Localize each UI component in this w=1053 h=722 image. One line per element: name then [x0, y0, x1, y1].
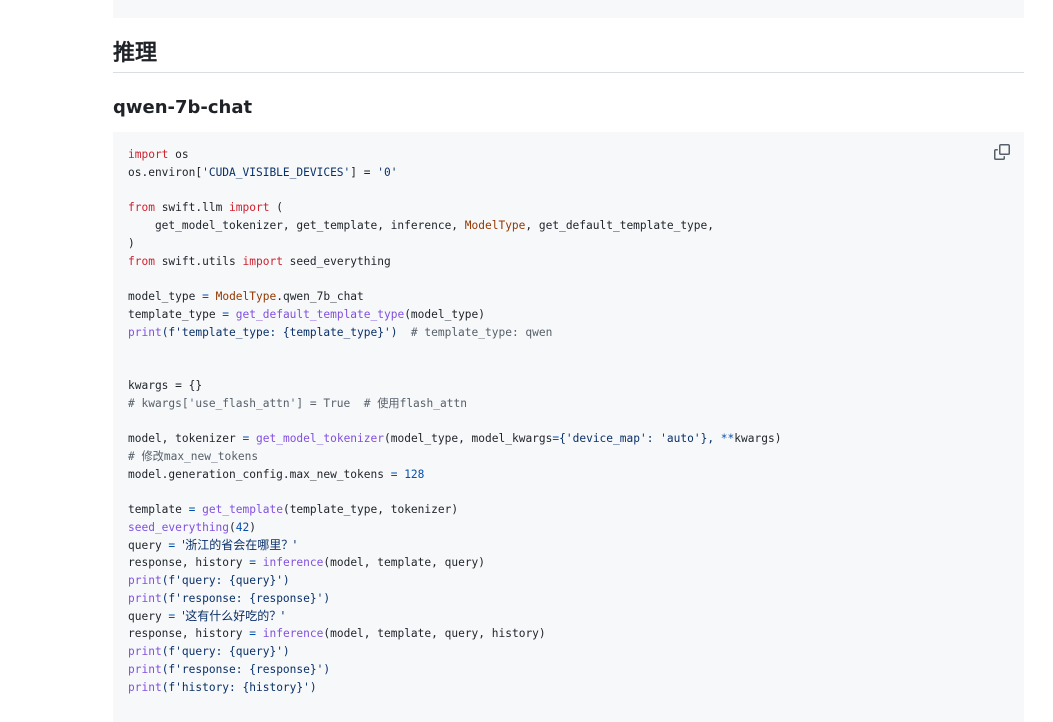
- code-token: (model_type, model_kwargs: [384, 432, 553, 445]
- code-token: seed_everything: [282, 254, 391, 268]
- code-token: from: [128, 201, 155, 215]
- code-token: **: [720, 432, 735, 445]
- code-token: template_type: [128, 307, 223, 321]
- code-token: ModelType: [464, 219, 526, 232]
- code-token: query: [128, 538, 169, 552]
- previous-code-block-end: [113, 0, 1024, 18]
- code-token: 42: [235, 520, 250, 534]
- code-token: =: [249, 556, 256, 570]
- code-token: get_template: [202, 503, 283, 516]
- code-token: inference: [262, 627, 324, 641]
- code-token: (f'response: {response}'): [161, 662, 331, 676]
- code-token: =: [202, 290, 209, 303]
- code-token: print: [128, 591, 162, 605]
- code-token: '这有什么好吃的？': [181, 608, 285, 623]
- code-token: 128: [404, 467, 425, 481]
- code-token: (f'response: {response}'): [161, 591, 331, 605]
- code-token: swift.utils: [154, 254, 243, 268]
- code-token: swift.llm: [154, 201, 230, 215]
- code-token: print: [128, 574, 162, 587]
- code-token: ModelType: [215, 290, 277, 303]
- code-token: kwargs = {}: [128, 378, 203, 392]
- code-token: query: [128, 609, 169, 623]
- code-token: (f'query: {query}'): [161, 574, 290, 587]
- code-token: import: [229, 201, 270, 215]
- code-token: seed_everything: [128, 520, 230, 534]
- code-content: import os os.environ['CUDA_VISIBLE_DEVIC…: [128, 146, 781, 696]
- code-token: 'CUDA_VISIBLE_DEVICES': [202, 165, 351, 179]
- code-token: get_default_template_type: [235, 307, 405, 321]
- subsection-heading: qwen-7b-chat: [113, 97, 253, 118]
- code-token: (template_type, tokenizer): [282, 503, 459, 516]
- code-token: (model, template, query): [323, 556, 486, 570]
- code-token: model_type: [128, 290, 203, 303]
- code-token: response, history: [128, 627, 250, 641]
- code-token: template: [128, 503, 189, 516]
- code-token: .qwen_7b_chat: [276, 290, 364, 303]
- code-token: response, history: [128, 556, 250, 570]
- code-token: os.environ[: [128, 165, 203, 179]
- code-token: os: [168, 148, 189, 161]
- code-token: (f'query: {query}'): [161, 645, 290, 658]
- code-token: print: [128, 325, 162, 339]
- code-token: '浙江的省会在哪里？': [181, 537, 297, 552]
- code-token: inference: [262, 556, 324, 570]
- copy-icon: [994, 144, 1010, 160]
- code-token: (model, template, query, history): [323, 627, 546, 641]
- code-token: (: [269, 201, 283, 215]
- code-token: , get_default_template_type,: [525, 219, 714, 232]
- section-heading: 推理: [113, 38, 1024, 73]
- code-token: ): [128, 236, 135, 250]
- code-token: model, tokenizer: [128, 432, 243, 445]
- code-token: get_model_tokenizer, get_template, infer…: [128, 219, 465, 232]
- code-token: # 修改max_new_tokens: [128, 449, 259, 463]
- code-token: '0': [377, 165, 398, 179]
- code-token: from: [128, 254, 155, 268]
- code-token: (: [229, 520, 236, 534]
- code-token: model.generation_config.max_new_tokens: [128, 467, 391, 481]
- code-token: (f'history: {history}'): [161, 680, 317, 694]
- code-token: =: [249, 627, 256, 641]
- code-token: print: [128, 645, 162, 658]
- code-token: (model_type): [404, 307, 486, 321]
- code-token: (f'template_type: {template_type}'): [161, 325, 398, 339]
- code-token: import: [242, 254, 283, 268]
- code-token: ): [249, 520, 257, 534]
- code-token: print: [128, 662, 162, 676]
- code-token: ] =: [350, 165, 378, 179]
- code-token: get_model_tokenizer: [256, 432, 384, 445]
- code-token: kwargs): [734, 432, 782, 445]
- code-token: {'device_map': 'auto'},: [559, 432, 721, 445]
- code-block: import os os.environ['CUDA_VISIBLE_DEVIC…: [113, 132, 1024, 722]
- code-token: # kwargs['use_flash_attn'] = True # 使用fl…: [128, 396, 467, 410]
- code-token: # template_type: qwen: [397, 325, 553, 339]
- copy-button[interactable]: [994, 144, 1012, 162]
- code-token: import: [128, 148, 169, 161]
- code-token: print: [128, 680, 162, 694]
